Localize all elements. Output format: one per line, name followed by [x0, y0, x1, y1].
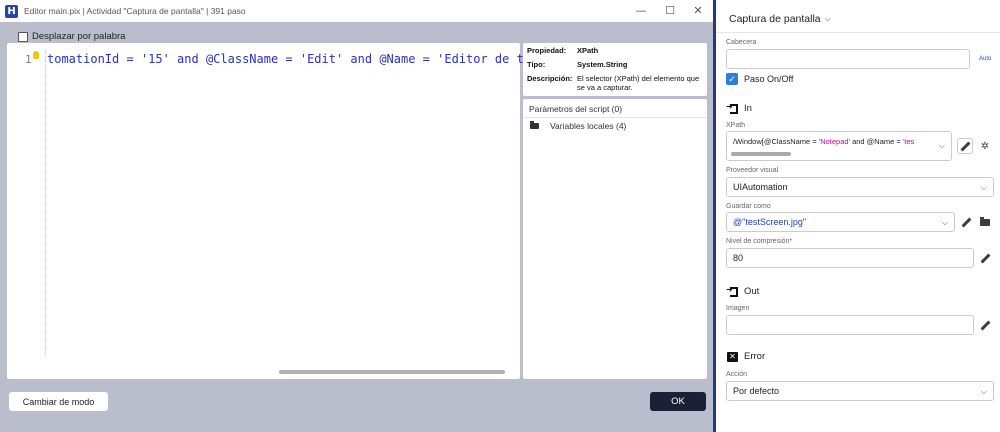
local-variables-item[interactable]: Variables locales (4): [550, 121, 626, 131]
xpath-edit-button[interactable]: [957, 138, 973, 154]
step-toggle-label: Paso On/Off: [744, 74, 794, 84]
change-mode-button[interactable]: Cambiar de modo: [9, 392, 108, 411]
folder-icon: [530, 121, 539, 129]
out-section-header: Out: [726, 285, 760, 298]
divider: [523, 117, 707, 118]
input-icon: [726, 102, 738, 114]
chevron-down-icon: ⌵: [980, 387, 987, 396]
pencil-icon: [960, 141, 971, 152]
chevron-down-icon: ⌵: [941, 218, 948, 227]
window-title: Editor main.pix | Actividad "Captura de …: [24, 6, 246, 16]
gutter-guide: [45, 50, 46, 355]
code-editor[interactable]: 1 tomationId = '15' and @ClassName = 'Ed…: [7, 43, 574, 379]
visual-provider-value: UIAutomation: [733, 182, 788, 192]
error-label: Error: [744, 351, 766, 362]
save-as-label: Guardar como: [726, 203, 771, 210]
code-line[interactable]: tomationId = '15' and @ClassName = 'Edit…: [47, 52, 574, 66]
image-edit-button[interactable]: [978, 318, 992, 332]
horizontal-scrollbar[interactable]: [279, 370, 505, 374]
close-button[interactable]: ✕: [684, 2, 712, 18]
activity-header[interactable]: Captura de pantalla ⌵: [729, 13, 831, 25]
activity-title: Captura de pantalla: [729, 13, 821, 25]
step-toggle-checkbox[interactable]: ✓: [726, 73, 738, 85]
compression-input[interactable]: 80: [726, 248, 974, 268]
save-as-edit-button[interactable]: [959, 215, 973, 229]
error-icon: ✕: [727, 351, 738, 362]
params-title[interactable]: Parámetros del script (0): [529, 104, 622, 114]
wordwrap-option[interactable]: Desplazar por palabra: [18, 31, 125, 42]
visual-provider-select[interactable]: UIAutomation ⌵: [726, 177, 994, 197]
description-value: El selector (XPath) del elemento que se …: [577, 74, 700, 92]
cabecera-input[interactable]: [726, 49, 970, 69]
browse-folder-button[interactable]: [978, 215, 992, 229]
pencil-icon: [961, 217, 972, 228]
wordwrap-checkbox[interactable]: [18, 31, 28, 42]
lightbulb-icon[interactable]: [33, 51, 39, 59]
xpath-input[interactable]: /Window[@ClassName = 'Notepad' and @Name…: [726, 131, 952, 161]
script-params-panel: Parámetros del script (0) Variables loca…: [523, 99, 707, 379]
pencil-icon: [980, 320, 991, 331]
image-input[interactable]: [726, 315, 974, 335]
wordwrap-label: Desplazar por palabra: [32, 31, 126, 42]
action-value: Por defecto: [733, 386, 780, 396]
maximize-button[interactable]: ☐: [656, 2, 684, 18]
magic-wand-icon: ✲: [980, 140, 990, 152]
xpath-value: /Window[@ClassName = 'Notepad' and @Name…: [733, 137, 915, 146]
save-as-value: @"testScreen.jpg": [733, 217, 807, 227]
xpath-scrollbar[interactable]: [731, 152, 791, 156]
auto-link[interactable]: Auto: [979, 56, 991, 62]
in-section-header: In: [726, 102, 752, 115]
cabecera-label: Cabecera: [726, 39, 757, 46]
property-info-panel: Propiedad: XPath Tipo: System.String Des…: [523, 43, 707, 96]
ok-button[interactable]: OK: [650, 392, 706, 411]
image-label: Imagen: [726, 305, 750, 312]
chevron-down-icon: ⌵: [824, 14, 831, 23]
xpath-picker-button[interactable]: ✲: [978, 139, 992, 153]
xpath-label: XPath: [726, 122, 746, 129]
output-icon: [726, 285, 738, 297]
pencil-icon: [980, 253, 991, 264]
compression-label: Nivel de compresión*: [726, 238, 793, 245]
activity-properties-panel: Captura de pantalla ⌵ Cabecera Auto ✓ Pa…: [716, 0, 1000, 432]
visual-provider-label: Proveedor visual: [726, 167, 779, 174]
property-value: XPath: [577, 46, 599, 55]
minimize-button[interactable]: —: [627, 2, 655, 18]
chevron-down-icon[interactable]: ⌵: [939, 141, 945, 151]
title-bar: H Editor main.pix | Actividad "Captura d…: [0, 0, 713, 22]
line-number: 1: [25, 53, 32, 66]
error-section-header: ✕ Error: [727, 351, 765, 362]
divider: [716, 32, 1000, 33]
type-key: Tipo:: [527, 60, 546, 69]
action-label: Acción: [726, 371, 748, 378]
in-label: In: [744, 103, 752, 114]
out-label: Out: [744, 286, 760, 297]
property-key: Propiedad:: [527, 46, 567, 55]
save-as-input[interactable]: @"testScreen.jpg" ⌵: [726, 212, 955, 232]
description-key: Descripción:: [527, 74, 573, 83]
folder-icon: [980, 216, 990, 226]
compression-edit-button[interactable]: [978, 251, 992, 265]
app-logo-icon: H: [5, 4, 18, 18]
action-select[interactable]: Por defecto ⌵: [726, 381, 994, 401]
chevron-down-icon: ⌵: [980, 183, 987, 192]
editor-dialog: H Editor main.pix | Actividad "Captura d…: [0, 0, 716, 432]
type-value: System.String: [577, 60, 628, 69]
